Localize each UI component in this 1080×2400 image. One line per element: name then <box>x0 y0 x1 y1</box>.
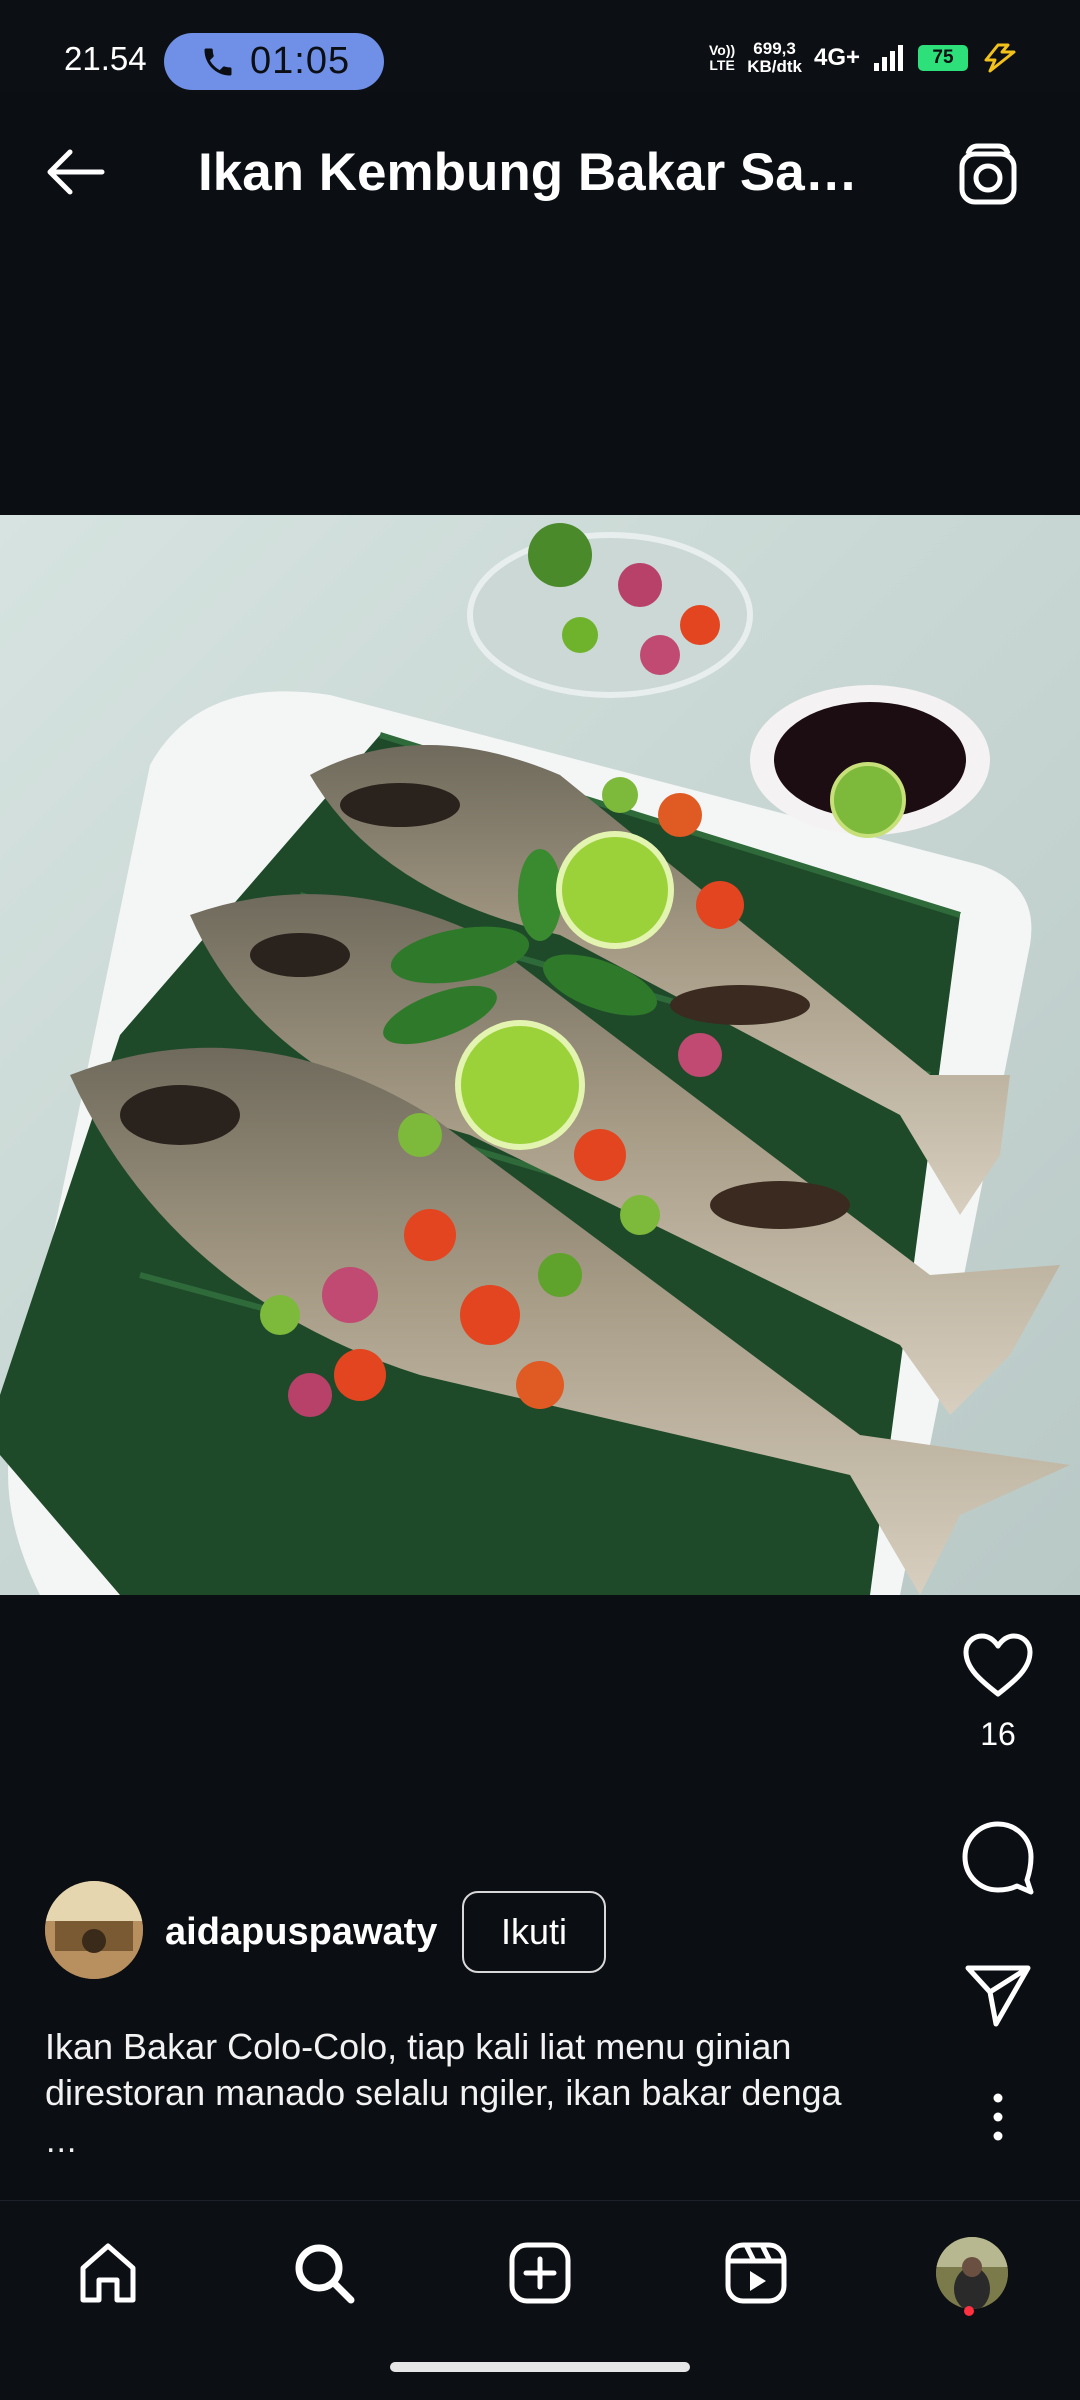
notification-dot <box>964 2306 974 2316</box>
follow-button[interactable]: Ikuti <box>462 1891 606 1973</box>
page-title: Ikan Kembung Bakar Sam… <box>198 143 888 202</box>
back-button[interactable] <box>40 136 112 208</box>
status-bar: 21.54 01:05 Vo)) LTE 699,3 KB/dtk 4G+ 75 <box>0 0 1080 92</box>
reels-icon <box>725 2242 787 2304</box>
nav-create[interactable] <box>500 2233 580 2313</box>
call-timer: 01:05 <box>250 40 351 82</box>
ongoing-call-chip[interactable]: 01:05 <box>164 33 384 90</box>
home-indicator[interactable] <box>390 2362 690 2372</box>
nav-home[interactable] <box>68 2233 148 2313</box>
comment-icon <box>962 1821 1034 1895</box>
like-count: 16 <box>980 1716 1016 1752</box>
network-type: 4G+ <box>813 44 860 71</box>
signal-icon <box>874 45 903 71</box>
send-icon <box>965 1965 1031 2027</box>
profile-avatar <box>936 2237 1008 2309</box>
nav-search[interactable] <box>284 2233 364 2313</box>
camera-icon <box>959 143 1017 205</box>
volte-indicator: Vo)) LTE <box>709 42 736 73</box>
screen: 21.54 01:05 Vo)) LTE 699,3 KB/dtk 4G+ 75… <box>0 0 1080 2400</box>
like-action: 16 <box>958 1630 1038 1753</box>
top-bar: Ikan Kembung Bakar Sam… <box>0 92 1080 252</box>
charging-icon <box>984 43 1016 73</box>
camera-button[interactable] <box>952 140 1024 212</box>
post-caption[interactable]: Ikan Bakar Colo-Colo, tiap kali liat men… <box>45 2024 925 2116</box>
network-speed: 699,3 KB/dtk <box>747 39 802 76</box>
author-avatar[interactable] <box>45 1881 143 1979</box>
share-button[interactable] <box>958 1962 1038 2028</box>
comment-button[interactable] <box>958 1818 1038 1896</box>
grilled-fish-photo <box>0 515 1080 1595</box>
phone-icon <box>204 48 232 75</box>
caption-more[interactable]: ... <box>46 2122 77 2161</box>
profile-avatar-image <box>936 2237 1008 2309</box>
nav-reels[interactable] <box>716 2233 796 2313</box>
nav-profile[interactable] <box>932 2233 1012 2313</box>
battery-indicator: 75 <box>918 45 968 71</box>
arrow-left-icon <box>47 149 105 195</box>
status-icons: Vo)) LTE 699,3 KB/dtk 4G+ 75 <box>709 38 1020 78</box>
more-options-button[interactable] <box>958 2092 1038 2142</box>
search-icon <box>295 2244 355 2304</box>
status-time: 21.54 <box>64 40 147 77</box>
add-post-icon <box>509 2242 571 2304</box>
heart-icon[interactable] <box>960 1630 1036 1700</box>
avatar-image <box>45 1881 143 1979</box>
author-username[interactable]: aidapuspawaty <box>165 1911 437 1954</box>
post-image[interactable] <box>0 515 1080 1595</box>
caption-line-1: Ikan Bakar Colo-Colo, tiap kali liat men… <box>45 2026 792 2067</box>
caption-line-2: direstoran manado selalu ngiler, ikan ba… <box>45 2072 842 2113</box>
more-vertical-icon <box>993 2093 1003 2141</box>
home-icon <box>80 2243 136 2303</box>
